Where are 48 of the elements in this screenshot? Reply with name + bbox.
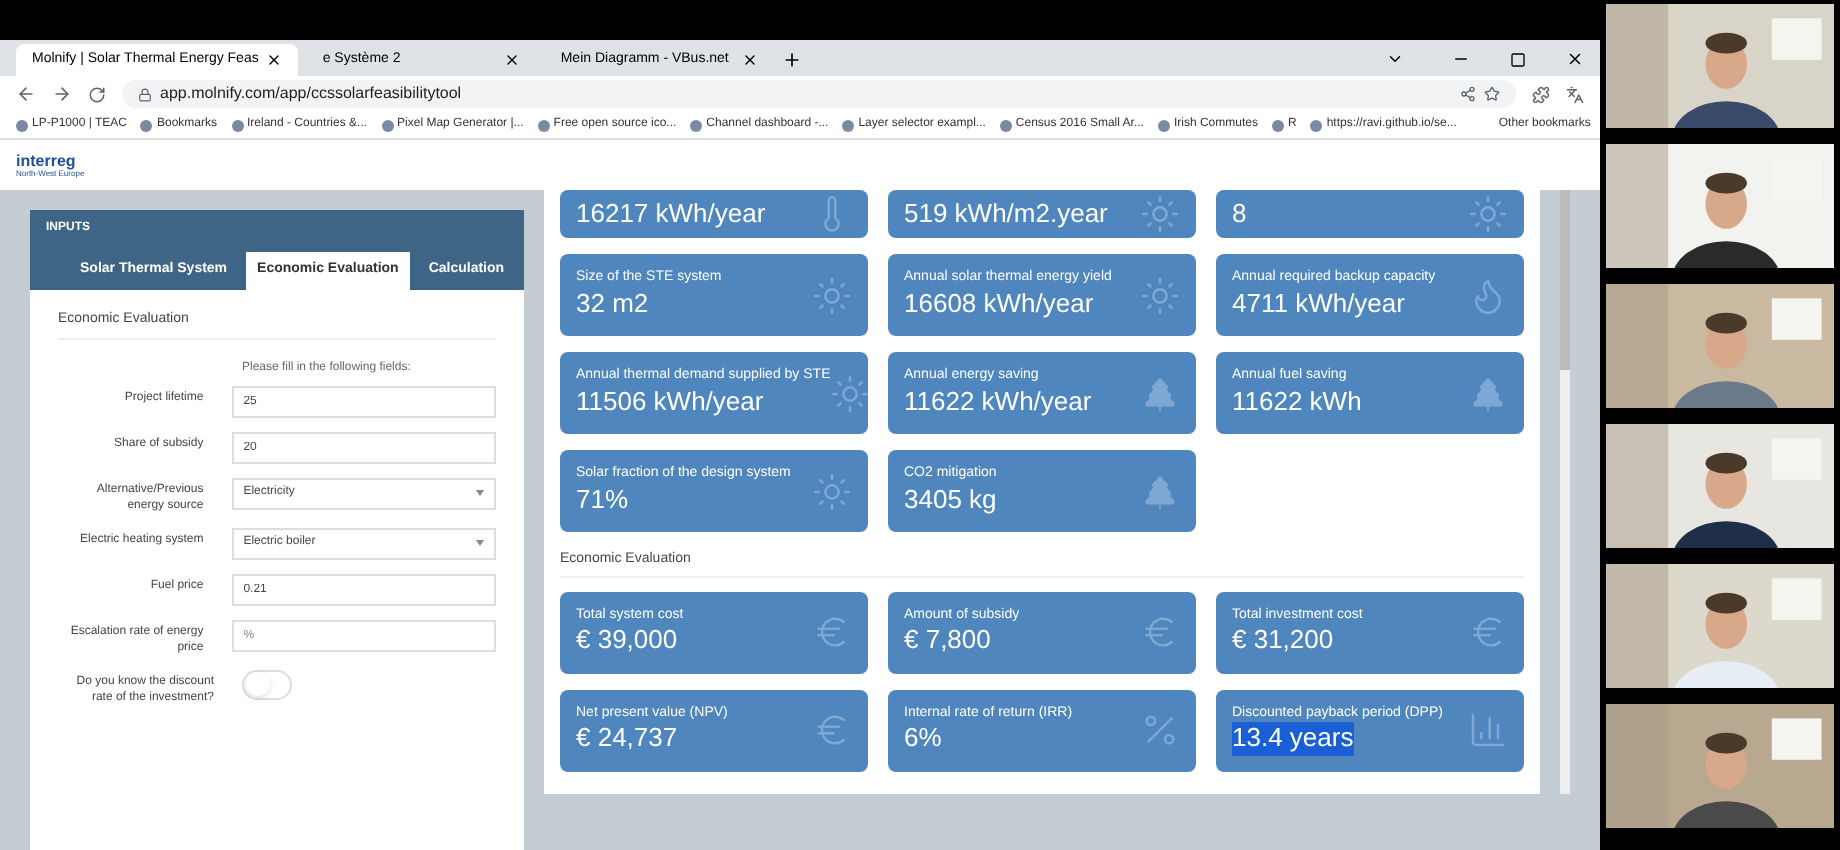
card-value: 11622 kWh/year: [904, 385, 1092, 418]
card-value: € 7,800: [904, 624, 991, 657]
card-value: 6%: [904, 722, 942, 755]
bar-chart-icon: [1468, 710, 1508, 750]
extensions-icon[interactable]: [1532, 85, 1550, 103]
sun-icon: [830, 373, 871, 413]
card-value: 16608 kWh/year: [904, 287, 1094, 320]
close-icon[interactable]: [742, 52, 759, 68]
restore-icon[interactable]: [1510, 52, 1526, 68]
card-value: 16217 kWh/year: [576, 197, 766, 231]
url-text: app.molnify.com/app/ccssolarfeasibilitytool: [160, 82, 462, 106]
sun-icon: [812, 471, 852, 511]
sun-icon: [1140, 194, 1180, 234]
bookmark-star-icon[interactable]: [1484, 86, 1500, 102]
card-value: 4711 kWh/year: [1232, 287, 1405, 320]
tree-icon: [1140, 373, 1180, 413]
forward-icon[interactable]: [52, 84, 72, 104]
reload-icon[interactable]: [88, 85, 106, 103]
back-icon[interactable]: [16, 84, 36, 104]
tab-list-icon[interactable]: [1386, 50, 1404, 68]
scrollbar-thumb[interactable]: [1560, 190, 1570, 370]
toggle-switch[interactable]: [242, 669, 292, 699]
sun-icon: [812, 275, 852, 315]
sun-icon: [1140, 275, 1180, 315]
tree-icon: [1468, 373, 1508, 413]
card-value: € 31,200: [1232, 624, 1334, 657]
card-value: 71%: [576, 483, 629, 516]
tree-icon: [1140, 471, 1180, 511]
sun-icon: [1468, 194, 1508, 234]
card-value: € 24,737: [576, 722, 678, 755]
card-value: 519 kWh/m2.year: [904, 197, 1108, 231]
percent-icon: [1140, 710, 1180, 750]
address-bar[interactable]: app.molnify.com/app/ccssolarfeasibilitytool: [122, 80, 1516, 108]
card-value: 3405 kg: [904, 483, 997, 516]
card-value: 11622 kWh: [1232, 385, 1362, 418]
share-icon[interactable]: [1460, 86, 1476, 102]
translate-icon[interactable]: [1566, 85, 1584, 103]
lock-icon: [138, 87, 152, 101]
card-value: 32 m2: [576, 287, 649, 320]
card-value: € 39,000: [576, 624, 678, 657]
new-tab-icon[interactable]: [782, 50, 803, 70]
close-icon[interactable]: [504, 52, 521, 68]
card-value: 8: [1232, 197, 1247, 231]
close-icon[interactable]: [266, 52, 283, 68]
close-window-icon[interactable]: [1566, 50, 1584, 68]
card-value: 11506 kWh/year: [576, 385, 764, 418]
logo-text: interreg: [16, 153, 78, 169]
card-value: 13.4 years: [1232, 722, 1354, 755]
